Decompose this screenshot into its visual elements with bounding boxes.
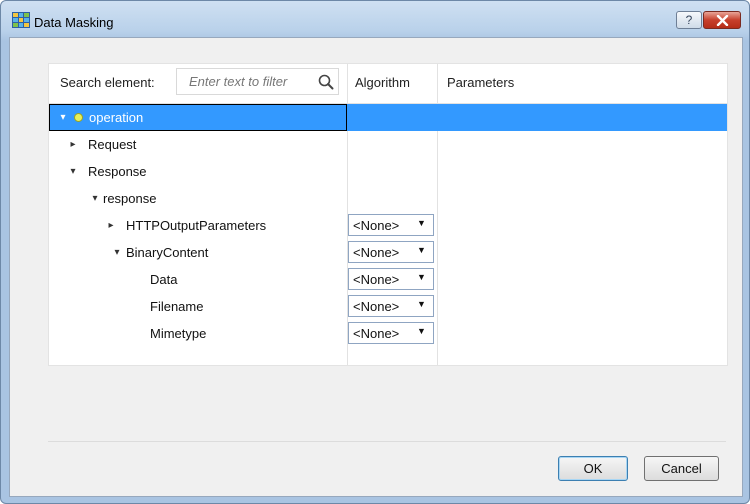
algorithm-dropdown[interactable]: <None> ▼ [348, 268, 434, 290]
dialog-window: Data Masking ? Search element: Algorithm… [0, 0, 750, 504]
tree-node-label: operation [89, 110, 144, 125]
tree-row-mimetype[interactable]: Mimetype <None> ▼ [49, 320, 727, 347]
tree-row-filename[interactable]: Filename <None> ▼ [49, 293, 727, 320]
algorithm-dropdown[interactable]: <None> ▼ [348, 295, 434, 317]
expanded-arrow-icon[interactable]: ▾ [89, 185, 101, 212]
tree-row-binarycontent[interactable]: ▾ BinaryContent <None> ▼ [49, 239, 727, 266]
window-title: Data Masking [34, 15, 114, 30]
algorithm-dropdown[interactable]: <None> ▼ [348, 241, 434, 263]
algorithm-value: <None> [353, 218, 400, 233]
collapsed-arrow-icon[interactable]: ▸ [67, 131, 79, 158]
algorithm-value: <None> [353, 245, 400, 260]
ok-button[interactable]: OK [558, 456, 628, 481]
dialog-body: Search element: Algorithm Parameters ▾ [9, 37, 743, 497]
algorithm-dropdown[interactable]: <None> ▼ [348, 214, 434, 236]
parameters-column-header[interactable]: Parameters [447, 75, 514, 90]
algorithm-value: <None> [353, 326, 400, 341]
operation-node-icon [74, 113, 83, 122]
search-input[interactable] [181, 71, 319, 91]
data-masking-app-icon [12, 12, 30, 28]
tree-row-operation[interactable]: ▾ operation [49, 104, 727, 131]
search-icon[interactable] [318, 74, 334, 90]
tree-node-label: Response [88, 164, 147, 179]
tree-row-response[interactable]: ▾ Response [49, 158, 727, 185]
search-element-label: Search element: [60, 75, 155, 90]
tree-node-label: BinaryContent [126, 245, 209, 260]
expanded-arrow-icon[interactable]: ▾ [57, 104, 69, 131]
tree-node-label: Filename [150, 299, 204, 314]
algorithm-column-header[interactable]: Algorithm [355, 75, 410, 90]
collapsed-arrow-icon[interactable]: ▸ [105, 212, 117, 239]
title-bar[interactable]: Data Masking ? [1, 1, 749, 35]
cancel-button[interactable]: Cancel [644, 456, 719, 481]
dropdown-arrow-icon[interactable]: ▼ [417, 326, 426, 336]
dropdown-arrow-icon[interactable]: ▼ [417, 245, 426, 255]
expanded-arrow-icon[interactable]: ▾ [111, 239, 123, 266]
dropdown-arrow-icon[interactable]: ▼ [417, 218, 426, 228]
row-selection-fill [347, 104, 727, 131]
tree-row-response-element[interactable]: ▾ response [49, 185, 727, 212]
tree-node-label: HTTPOutputParameters [126, 218, 267, 233]
table-header: Search element: Algorithm Parameters [49, 64, 727, 104]
tree-row-request[interactable]: ▸ Request [49, 131, 727, 158]
tree-row-data[interactable]: Data <None> ▼ [49, 266, 727, 293]
tree-cell: ▾ operation [49, 104, 347, 131]
algorithm-value: <None> [353, 299, 400, 314]
tree-node-label: response [103, 191, 157, 206]
expanded-arrow-icon[interactable]: ▾ [67, 158, 79, 185]
algorithm-dropdown[interactable]: <None> ▼ [348, 322, 434, 344]
algorithm-value: <None> [353, 272, 400, 287]
search-box[interactable] [176, 68, 339, 95]
tree-node-label: Data [150, 272, 178, 287]
help-button[interactable]: ? [676, 11, 702, 29]
dropdown-arrow-icon[interactable]: ▼ [417, 272, 426, 282]
close-button[interactable] [703, 11, 741, 29]
masking-tree-table: Search element: Algorithm Parameters ▾ [48, 63, 728, 366]
button-bar-divider [48, 441, 726, 442]
tree-row-httpoutputparameters[interactable]: ▸ HTTPOutputParameters <None> ▼ [49, 212, 727, 239]
dropdown-arrow-icon[interactable]: ▼ [417, 299, 426, 309]
close-icon [716, 15, 729, 26]
tree-node-label: Mimetype [150, 326, 207, 341]
tree-node-label: Request [88, 137, 137, 152]
